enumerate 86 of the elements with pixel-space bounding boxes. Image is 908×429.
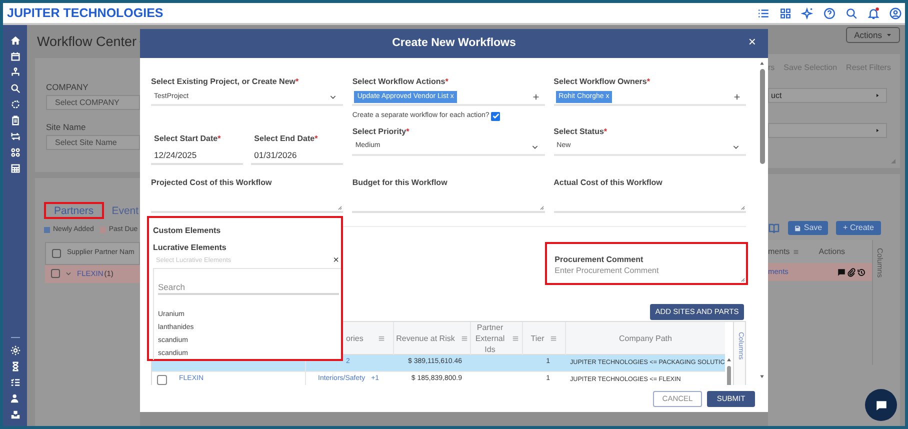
user-icon[interactable] <box>889 6 902 20</box>
grid-icon[interactable] <box>10 147 20 158</box>
checkbox[interactable] <box>51 269 60 278</box>
field-label: Select Workflow Actions* <box>352 76 450 87</box>
table-icon[interactable] <box>10 163 20 174</box>
column-header: ments <box>768 246 790 258</box>
caret-icon <box>875 128 880 133</box>
grid-icon[interactable] <box>779 6 792 20</box>
save-button[interactable]: Save <box>788 221 828 235</box>
comment-icon[interactable] <box>837 268 846 276</box>
checkbox[interactable] <box>491 112 500 121</box>
field-label: Budget for this Workflow <box>352 176 448 188</box>
paperclip-icon[interactable] <box>847 268 856 276</box>
chevron-icon[interactable] <box>65 270 72 277</box>
user-icon[interactable] <box>10 393 20 404</box>
inbox-icon[interactable] <box>10 409 20 420</box>
field-label: Select Priority* <box>352 126 410 136</box>
history-icon[interactable] <box>857 268 866 276</box>
date-field[interactable]: 01/31/2026 <box>251 148 344 164</box>
column-header: Partner External Ids <box>474 322 506 354</box>
search-field[interactable]: Search <box>158 281 339 295</box>
tab[interactable]: Partners <box>44 202 104 219</box>
chat-icon <box>874 398 888 412</box>
settings-icon[interactable] <box>10 345 20 356</box>
modal-title: Create New Workflows <box>392 36 516 51</box>
field-label: Select Existing Project, or Create New* <box>151 76 300 87</box>
chat-button[interactable] <box>865 389 897 421</box>
filter-field[interactable]: uct <box>768 88 887 103</box>
caret-icon <box>875 93 880 98</box>
filter-field[interactable]: Select Site Name <box>46 135 140 150</box>
plus-icon[interactable] <box>532 93 540 101</box>
section-heading: Custom Elements <box>153 226 222 236</box>
logo[interactable]: JUPITER TECHNOLOGIES <box>7 4 164 22</box>
hierarchy-icon[interactable] <box>10 67 20 78</box>
field-label: Select End Date* <box>254 132 319 144</box>
scroll-up-icon[interactable] <box>726 356 732 362</box>
close-button[interactable]: × <box>748 35 756 49</box>
date-field[interactable]: 12/24/2025 <box>151 148 244 164</box>
sparkle-icon[interactable] <box>801 6 814 20</box>
checklist-icon[interactable] <box>10 377 20 388</box>
field-label: Procurement Comment <box>554 254 644 264</box>
field-label: Select Status* <box>554 126 608 136</box>
plus-icon[interactable] <box>732 93 741 101</box>
field-label: Select Workflow Owners* <box>554 76 651 87</box>
actions-button[interactable]: Actions <box>846 27 900 43</box>
create-button[interactable]: + Create <box>836 221 881 235</box>
field-label: Lucrative Elements <box>153 243 228 253</box>
filter-field[interactable] <box>768 123 887 138</box>
scroll-down-icon[interactable] <box>759 374 765 379</box>
placeholder-text: Enter Procurement Comment <box>554 264 660 276</box>
field-label: Select Start Date* <box>154 132 222 144</box>
search-icon[interactable] <box>10 83 20 94</box>
field-label: Projected Cost of this Workflow <box>151 176 273 188</box>
list-icon[interactable] <box>757 6 770 20</box>
chevron-icon <box>329 93 338 101</box>
scroll-up-icon[interactable] <box>759 61 765 66</box>
column-header: Actions <box>818 246 846 258</box>
resize-handle-icon[interactable] <box>336 204 342 210</box>
column-header: ories <box>346 332 364 344</box>
page-title: Workflow Center <box>37 33 137 52</box>
home-icon[interactable] <box>10 35 20 46</box>
refresh-icon[interactable] <box>10 99 20 110</box>
calendar-icon[interactable] <box>10 51 20 62</box>
filter-field[interactable]: Select COMPANY <box>46 95 140 110</box>
search-icon[interactable] <box>845 6 858 20</box>
transfer-icon[interactable] <box>10 131 20 142</box>
filter-label: Site Name <box>46 122 87 133</box>
field-label: Actual Cost of this Workflow <box>554 176 664 188</box>
checkbox[interactable] <box>52 248 61 258</box>
resize-handle-icon[interactable] <box>738 276 745 282</box>
help-icon[interactable] <box>823 6 836 20</box>
column-header: Revenue at Risk <box>396 332 455 344</box>
column-header: Company Path <box>619 332 672 344</box>
clipboard-icon[interactable] <box>10 115 20 126</box>
resize-handle-icon <box>890 158 896 164</box>
resize-handle-icon[interactable] <box>738 204 745 210</box>
resize-handle-icon[interactable] <box>538 204 544 210</box>
hourglass-icon[interactable] <box>10 361 20 372</box>
comment-field[interactable]: Procurement Comment Enter Procurement Comment <box>544 242 748 284</box>
tab[interactable]: Event <box>108 202 142 219</box>
save-icon <box>794 224 801 232</box>
bell-icon[interactable] <box>867 6 880 20</box>
filter-label: COMPANY <box>46 82 90 93</box>
caret-icon <box>886 32 892 38</box>
checkbox[interactable] <box>157 374 167 384</box>
column-header: Tier <box>530 332 544 344</box>
